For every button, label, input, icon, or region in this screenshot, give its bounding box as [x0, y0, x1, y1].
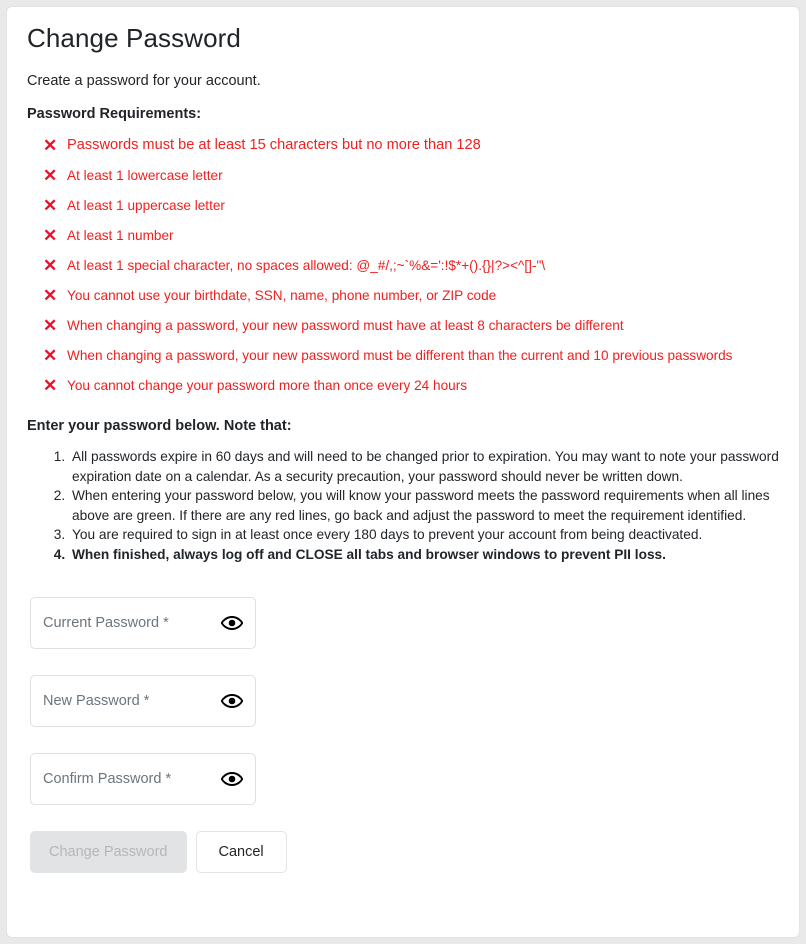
password-requirements-list: ✕ Passwords must be at least 15 characte…	[25, 137, 781, 394]
eye-icon	[221, 772, 243, 786]
note-item: When finished, always log off and CLOSE …	[69, 545, 781, 565]
new-password-field[interactable]: New Password *	[30, 675, 256, 727]
toggle-new-password-visibility-button[interactable]	[217, 686, 247, 716]
requirement-label: When changing a password, your new passw…	[67, 348, 733, 363]
current-password-label: Current Password *	[43, 615, 169, 631]
toggle-confirm-password-visibility-button[interactable]	[217, 764, 247, 794]
toggle-current-password-visibility-button[interactable]	[217, 608, 247, 638]
requirement-item: ✕ When changing a password, your new pas…	[25, 347, 781, 364]
confirm-password-field[interactable]: Confirm Password *	[30, 753, 256, 805]
requirement-item: ✕ At least 1 uppercase letter	[25, 197, 781, 214]
cross-icon: ✕	[43, 226, 58, 245]
requirement-label: At least 1 number	[67, 228, 174, 243]
requirement-item: ✕ You cannot use your birthdate, SSN, na…	[25, 287, 781, 304]
cross-icon: ✕	[43, 196, 58, 215]
requirement-item: ✕ At least 1 number	[25, 227, 781, 244]
change-password-card: Change Password Create a password for yo…	[6, 6, 800, 938]
cross-icon: ✕	[43, 136, 58, 155]
change-password-button[interactable]: Change Password	[30, 831, 187, 873]
notes-list: All passwords expire in 60 days and will…	[25, 447, 781, 564]
requirement-item: ✕ When changing a password, your new pas…	[25, 317, 781, 334]
requirement-label: At least 1 uppercase letter	[67, 198, 225, 213]
password-requirements-heading: Password Requirements:	[27, 106, 202, 122]
requirement-item: ✕ At least 1 lowercase letter	[25, 167, 781, 184]
requirement-label: You cannot change your password more tha…	[67, 378, 468, 393]
cross-icon: ✕	[43, 166, 58, 185]
cancel-button[interactable]: Cancel	[195, 831, 287, 873]
note-item: When entering your password below, you w…	[69, 486, 781, 525]
eye-icon	[221, 694, 243, 708]
new-password-label: New Password *	[43, 693, 150, 709]
cross-icon: ✕	[43, 256, 58, 275]
notes-heading: Enter your password below. Note that:	[27, 418, 292, 434]
password-form: Current Password * New Password * Confir…	[25, 597, 781, 805]
requirement-label: You cannot use your birthdate, SSN, name…	[67, 288, 497, 303]
cross-icon: ✕	[43, 376, 58, 395]
requirement-label: When changing a password, your new passw…	[67, 318, 624, 333]
intro-text: Create a password for your account.	[27, 73, 261, 89]
confirm-password-label: Confirm Password *	[43, 771, 172, 787]
form-actions: Change Password Cancel	[25, 831, 781, 873]
cross-icon: ✕	[43, 286, 58, 305]
requirement-label: Passwords must be at least 15 characters…	[67, 137, 481, 153]
requirement-item: ✕ Passwords must be at least 15 characte…	[25, 137, 781, 154]
cross-icon: ✕	[43, 316, 58, 335]
page-title: Change Password	[27, 23, 241, 53]
current-password-field[interactable]: Current Password *	[30, 597, 256, 649]
eye-icon	[221, 616, 243, 630]
requirement-item: ✕ You cannot change your password more t…	[25, 377, 781, 394]
requirement-label: At least 1 lowercase letter	[67, 168, 223, 183]
requirement-label: At least 1 special character, no spaces …	[67, 258, 546, 273]
requirement-item: ✕ At least 1 special character, no space…	[25, 257, 781, 274]
note-item: All passwords expire in 60 days and will…	[69, 447, 781, 486]
cross-icon: ✕	[43, 346, 58, 365]
note-item: You are required to sign in at least onc…	[69, 525, 781, 545]
